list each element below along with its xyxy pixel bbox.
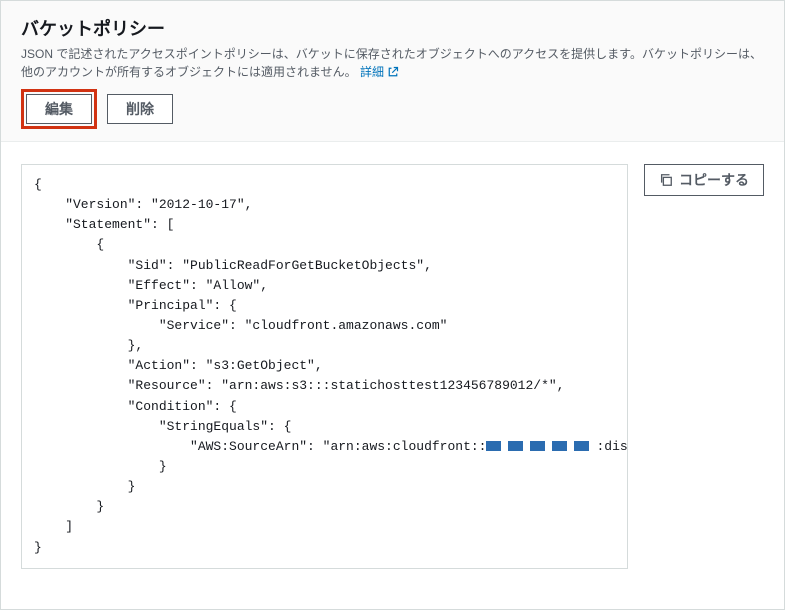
copy-button-label: コピーする	[679, 170, 749, 190]
code-line: }	[34, 479, 135, 494]
code-line: "AWS:SourceArn": "arn:aws:cloudfront::	[34, 439, 486, 454]
external-link-icon	[387, 66, 399, 78]
code-line: "Service": "cloudfront.amazonaws.com"	[34, 318, 447, 333]
edit-button[interactable]: 編集	[26, 94, 92, 124]
code-line: }	[34, 499, 104, 514]
learn-more-link[interactable]: 詳細	[360, 63, 399, 81]
code-line: "Statement": [	[34, 217, 174, 232]
code-line: "Resource": "arn:aws:s3:::statichosttest…	[34, 378, 565, 393]
delete-button[interactable]: 削除	[107, 94, 173, 124]
code-line: "Action": "s3:GetObject",	[34, 358, 323, 373]
edit-highlight: 編集	[21, 89, 97, 129]
redacted-account-id	[486, 441, 596, 451]
code-line: }	[34, 540, 42, 555]
code-line: :distribution/E21QDDD3MR858B"	[596, 439, 628, 454]
panel-header: バケットポリシー JSON で記述されたアクセスポイントポリシーは、バケットに保…	[1, 1, 784, 142]
code-line: {	[34, 177, 42, 192]
code-line: "Version": "2012-10-17",	[34, 197, 252, 212]
learn-more-text: 詳細	[360, 63, 384, 81]
panel-content: { "Version": "2012-10-17", "Statement": …	[1, 142, 784, 609]
copy-button[interactable]: コピーする	[644, 164, 764, 196]
action-button-row: 編集 削除	[21, 89, 764, 129]
code-line: ]	[34, 519, 73, 534]
code-line: "StringEquals": {	[34, 419, 291, 434]
code-line: "Effect": "Allow",	[34, 278, 268, 293]
code-line: "Principal": {	[34, 298, 237, 313]
code-line: "Sid": "PublicReadForGetBucketObjects",	[34, 258, 432, 273]
policy-json-viewer[interactable]: { "Version": "2012-10-17", "Statement": …	[21, 164, 628, 569]
copy-icon	[659, 173, 673, 187]
bucket-policy-panel: バケットポリシー JSON で記述されたアクセスポイントポリシーは、バケットに保…	[0, 0, 785, 610]
code-line: {	[34, 237, 104, 252]
code-line: },	[34, 338, 143, 353]
code-line: }	[34, 459, 167, 474]
panel-description: JSON で記述されたアクセスポイントポリシーは、バケットに保存されたオブジェク…	[21, 45, 764, 81]
panel-title: バケットポリシー	[21, 15, 764, 41]
code-line: "Condition": {	[34, 399, 237, 414]
